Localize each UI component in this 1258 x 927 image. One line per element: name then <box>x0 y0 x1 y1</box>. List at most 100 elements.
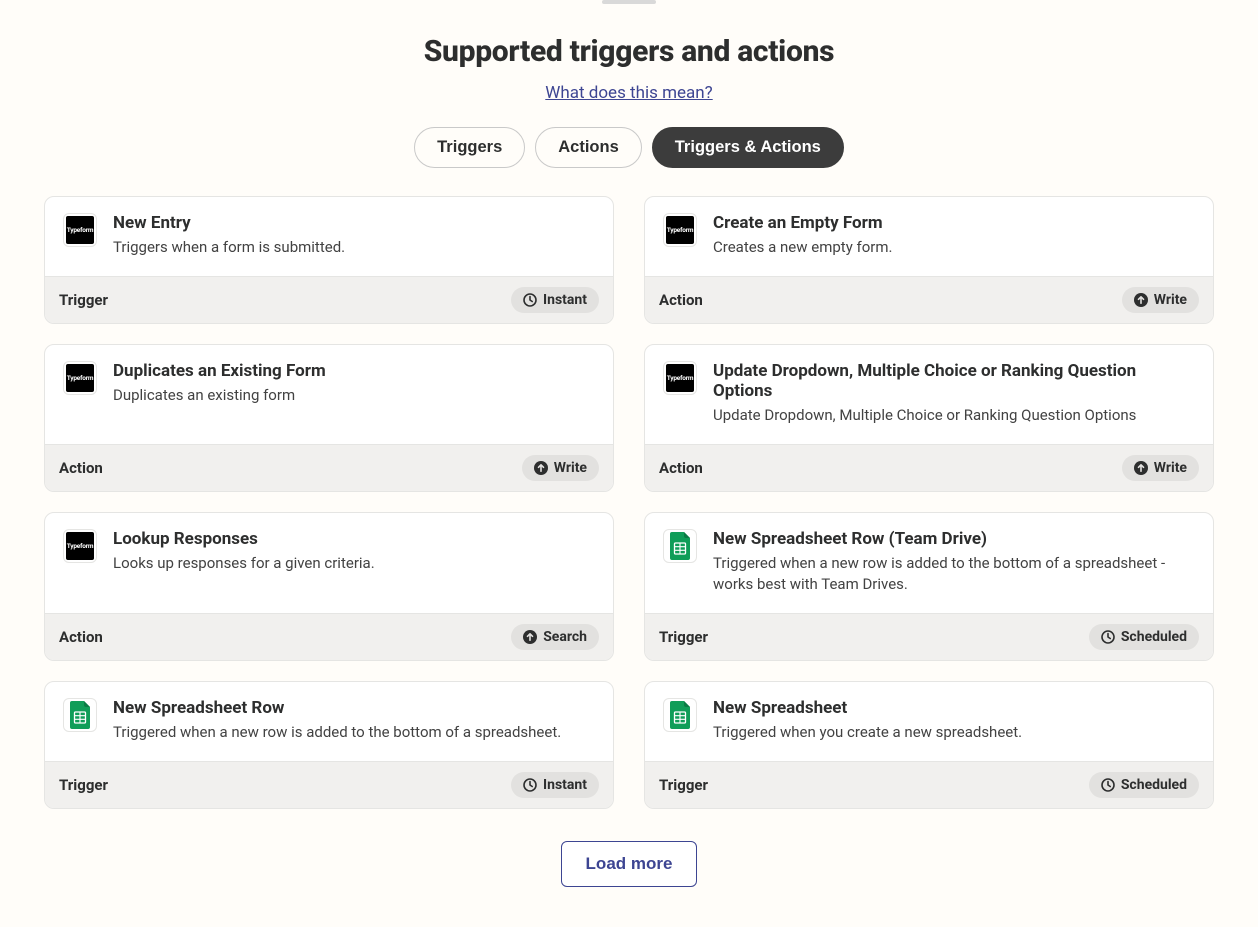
arrow-up-circle-icon <box>523 630 537 644</box>
card-footer: Trigger Scheduled <box>645 761 1213 808</box>
integration-card[interactable]: New Spreadsheet Row Triggered when a new … <box>44 681 614 809</box>
card-type-label: Action <box>59 628 103 646</box>
card-description: Triggered when a new row is added to the… <box>713 553 1195 595</box>
card-title: New Spreadsheet <box>713 698 1195 718</box>
badge-write: Write <box>522 455 599 481</box>
card-footer: Trigger Scheduled <box>645 613 1213 660</box>
clock-icon <box>523 293 537 307</box>
integration-card[interactable]: New Spreadsheet Row (Team Drive) Triggere… <box>644 512 1214 661</box>
integration-card[interactable]: Typeform Lookup Responses Looks up respons… <box>44 512 614 661</box>
typeform-logo: Typeform <box>666 216 694 244</box>
card-title: New Spreadsheet Row (Team Drive) <box>713 529 1195 549</box>
clock-icon <box>1101 778 1115 792</box>
card-footer: Trigger Instant <box>45 761 613 808</box>
google-sheets-icon <box>663 698 697 732</box>
card-type-label: Trigger <box>659 776 708 794</box>
divider-rule <box>602 0 656 4</box>
tab-triggers-and-actions[interactable]: Triggers & Actions <box>652 127 844 168</box>
arrow-up-circle-icon <box>534 461 548 475</box>
typeform-icon: Typeform <box>63 361 97 395</box>
card-footer: Action Write <box>45 444 613 491</box>
typeform-icon: Typeform <box>663 361 697 395</box>
card-footer: Action Write <box>645 444 1213 491</box>
typeform-logo: Typeform <box>666 364 694 392</box>
card-title: New Spreadsheet Row <box>113 698 595 718</box>
card-description: Triggered when you create a new spreadsh… <box>713 722 1195 743</box>
badge-search: Search <box>511 624 599 650</box>
card-description: Creates a new empty form. <box>713 237 1195 258</box>
card-text: Update Dropdown, Multiple Choice or Rank… <box>713 361 1195 426</box>
clock-icon <box>1101 630 1115 644</box>
card-text: New Spreadsheet Row Triggered when a new … <box>113 698 595 743</box>
badge-label: Write <box>1154 292 1187 308</box>
typeform-logo: Typeform <box>66 364 94 392</box>
card-text: New Entry Triggers when a form is submitt… <box>113 213 595 258</box>
card-body: New Spreadsheet Row (Team Drive) Triggere… <box>645 513 1213 613</box>
card-grid: Typeform New Entry Triggers when a form is… <box>44 196 1214 809</box>
integration-card[interactable]: Typeform New Entry Triggers when a form is… <box>44 196 614 324</box>
page-title: Supported triggers and actions <box>40 34 1218 69</box>
badge-label: Scheduled <box>1121 777 1187 793</box>
google-sheets-icon <box>63 698 97 732</box>
tab-triggers[interactable]: Triggers <box>414 127 525 168</box>
badge-write: Write <box>1122 455 1199 481</box>
arrow-up-circle-icon <box>1134 461 1148 475</box>
card-type-label: Action <box>659 291 703 309</box>
badge-write: Write <box>1122 287 1199 313</box>
card-type-label: Action <box>59 459 103 477</box>
integration-card[interactable]: TypeformDuplicates an Existing FormDupli… <box>44 344 614 492</box>
card-footer: Action Search <box>45 613 613 660</box>
card-body: Typeform New Entry Triggers when a form is… <box>45 197 613 276</box>
card-text: New Spreadsheet Row (Team Drive) Triggere… <box>713 529 1195 595</box>
card-title: Lookup Responses <box>113 529 595 549</box>
help-link[interactable]: What does this mean? <box>40 83 1218 103</box>
card-title: Create an Empty Form <box>713 213 1195 233</box>
badge-instant: Instant <box>511 287 599 313</box>
card-type-label: Trigger <box>59 291 108 309</box>
card-text: Create an Empty Form Creates a new empty … <box>713 213 1195 258</box>
badge-label: Write <box>554 460 587 476</box>
card-body: Typeform Create an Empty Form Creates a ne… <box>645 197 1213 276</box>
badge-label: Instant <box>543 777 587 793</box>
integration-card[interactable]: Typeform Update Dropdown, Multiple Choice… <box>644 344 1214 492</box>
card-description: Triggers when a form is submitted. <box>113 237 595 258</box>
card-description: Duplicates an existing form <box>113 385 595 406</box>
badge-instant: Instant <box>511 772 599 798</box>
card-description: Update Dropdown, Multiple Choice or Rank… <box>713 405 1195 426</box>
badge-label: Instant <box>543 292 587 308</box>
card-footer: Trigger Instant <box>45 276 613 323</box>
badge-scheduled: Scheduled <box>1089 772 1199 798</box>
integration-card[interactable]: New Spreadsheet Triggered when you create… <box>644 681 1214 809</box>
card-type-label: Action <box>659 459 703 477</box>
badge-label: Write <box>1154 460 1187 476</box>
card-text: Lookup Responses Looks up responses for a… <box>113 529 595 595</box>
card-title: Update Dropdown, Multiple Choice or Rank… <box>713 361 1195 401</box>
card-text: Duplicates an Existing Form Duplicates an… <box>113 361 595 426</box>
badge-label: Scheduled <box>1121 629 1187 645</box>
card-text: New Spreadsheet Triggered when you create… <box>713 698 1195 743</box>
tab-actions[interactable]: Actions <box>535 127 642 168</box>
tab-group: Triggers Actions Triggers & Actions <box>40 127 1218 168</box>
badge-scheduled: Scheduled <box>1089 624 1199 650</box>
card-body: New Spreadsheet Triggered when you create… <box>645 682 1213 761</box>
typeform-icon: Typeform <box>63 529 97 563</box>
card-body: TypeformDuplicates an Existing FormDupli… <box>45 345 613 444</box>
card-title: Duplicates an Existing Form <box>113 361 595 381</box>
badge-label: Search <box>543 629 587 645</box>
card-title: New Entry <box>113 213 595 233</box>
typeform-icon: Typeform <box>63 213 97 247</box>
card-description: Looks up responses for a given criteria. <box>113 553 595 574</box>
card-type-label: Trigger <box>59 776 108 794</box>
clock-icon <box>523 778 537 792</box>
card-description: Triggered when a new row is added to the… <box>113 722 595 743</box>
card-type-label: Trigger <box>659 628 708 646</box>
typeform-icon: Typeform <box>663 213 697 247</box>
card-body: New Spreadsheet Row Triggered when a new … <box>45 682 613 761</box>
card-body: Typeform Update Dropdown, Multiple Choice… <box>645 345 1213 444</box>
google-sheets-icon <box>663 529 697 563</box>
card-body: Typeform Lookup Responses Looks up respons… <box>45 513 613 613</box>
load-more-button[interactable]: Load more <box>561 841 698 887</box>
arrow-up-circle-icon <box>1134 293 1148 307</box>
integration-card[interactable]: Typeform Create an Empty Form Creates a ne… <box>644 196 1214 324</box>
typeform-logo: Typeform <box>66 216 94 244</box>
